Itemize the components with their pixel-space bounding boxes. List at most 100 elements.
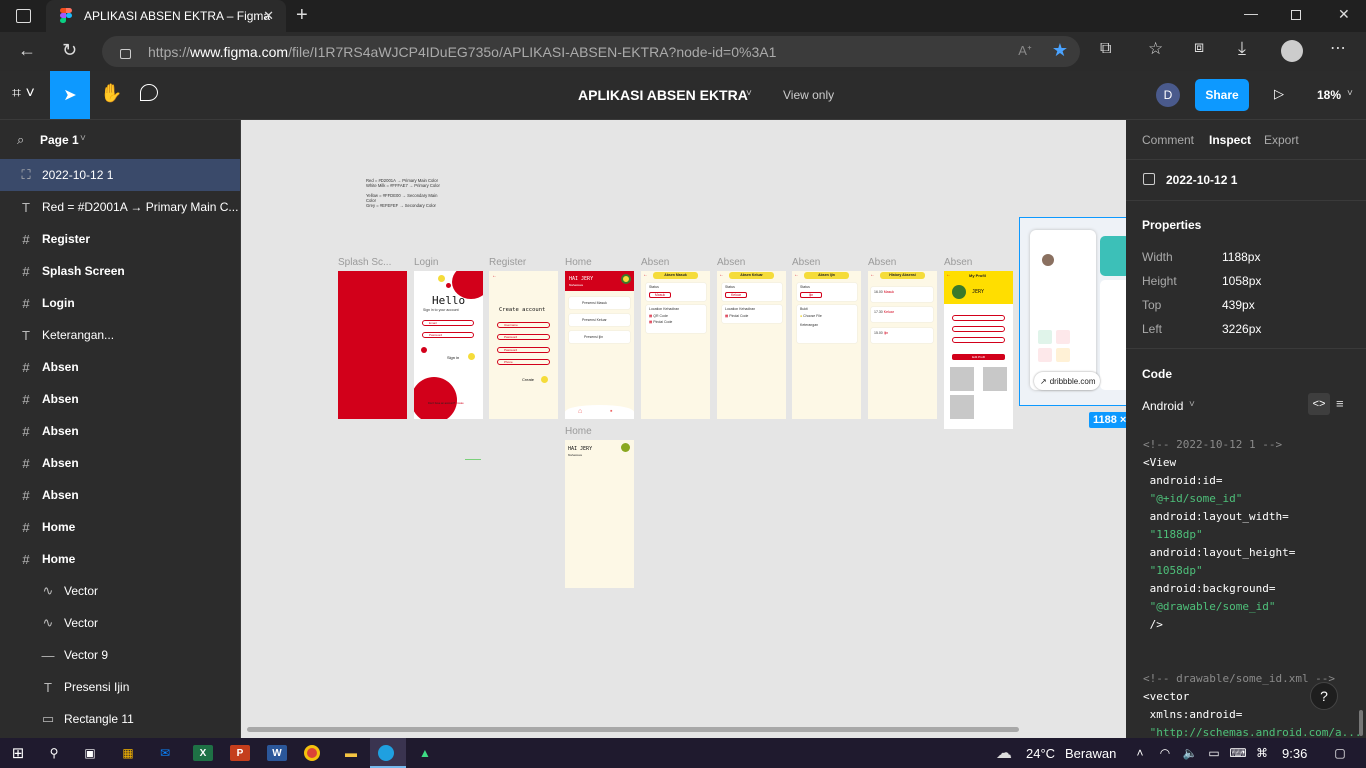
code-view-toggle[interactable]: <> [1308,393,1330,415]
register-field[interactable]: Password [497,334,550,340]
frame-label[interactable]: Absen [717,257,745,268]
register-frame[interactable]: ← Create account Username Password Passw… [489,271,558,419]
network-icon[interactable]: ◠ [1155,745,1175,761]
history-frame[interactable]: ← History Absensi 16.00 Masuk 17.30 Kelu… [868,271,937,419]
zoom-level[interactable]: 18% [1317,88,1341,102]
title-chevron-icon[interactable]: ˅ [746,88,752,99]
present-play-icon[interactable]: ▷ [1274,86,1284,102]
vertical-scrollbar[interactable] [1359,710,1363,736]
mail-icon[interactable]: ✉ [155,745,175,761]
help-button[interactable]: ? [1310,682,1338,710]
layer-item[interactable]: ∿ Vector [0,607,240,639]
battery-icon[interactable]: ▭ [1204,745,1224,761]
login-frame[interactable]: Hello Sign in to your account Email Pass… [414,271,483,419]
store-icon[interactable]: ▦ [118,745,138,761]
register-field[interactable]: Password [497,347,550,353]
search-taskbar-icon[interactable]: ⚲ [44,745,64,761]
weather-temp[interactable]: 24°C [1026,746,1055,761]
footer-link[interactable]: Create [456,402,464,405]
edge-icon[interactable] [378,745,394,761]
new-tab-icon[interactable]: + [296,4,308,27]
layer-item[interactable]: — Vector 9 [0,639,240,671]
frame-label[interactable]: Absen [641,257,669,268]
restore-icon[interactable] [1291,10,1301,20]
menu-presensi-masuk[interactable]: Presensi Masuk [569,297,630,309]
frame-label[interactable]: Absen [868,257,896,268]
search-icon[interactable]: ⌕ [17,132,24,148]
frame-label[interactable]: Absen [944,257,972,268]
back-arrow-icon[interactable]: ← [643,272,648,278]
windows-start-icon[interactable]: ⊞ [8,745,28,762]
profile-field[interactable] [952,337,1005,343]
task-view-icon[interactable]: ▣ [80,745,100,761]
layer-item[interactable]: # Splash Screen [0,255,240,287]
layer-item[interactable]: # Home [0,511,240,543]
layer-item[interactable]: # Absen [0,479,240,511]
language-icon[interactable]: ⌘ [1252,745,1272,761]
prop-value[interactable]: 439px [1222,298,1255,312]
volume-icon[interactable]: 🔈 [1180,745,1200,761]
home-avatar[interactable] [621,443,630,452]
favorite-star-icon[interactable]: ★ [1052,40,1068,61]
profile-nav-icon[interactable]: ▪ [610,408,612,415]
frame-label[interactable]: Login [414,257,438,268]
frame-label[interactable]: Home [565,426,592,437]
tab-inspect[interactable]: Inspect [1209,133,1251,147]
more-options-icon[interactable]: ⋯ [1330,38,1346,58]
hand-tool-icon[interactable]: ✋ [100,83,122,104]
frame-label[interactable]: Absen [792,257,820,268]
excel-icon[interactable]: X [193,745,213,761]
layer-item[interactable]: T Presensi Ijin [0,671,240,703]
android-studio-icon[interactable]: ▲ [415,745,435,761]
profile-field[interactable] [952,326,1005,332]
layer-item[interactable]: # Absen [0,351,240,383]
weather-desc[interactable]: Berawan [1065,746,1116,761]
layer-item[interactable]: # Register [0,223,240,255]
downloads-icon[interactable]: ⤓ [1238,38,1246,59]
user-avatar[interactable]: D [1156,83,1180,107]
comment-tool-icon[interactable] [140,84,158,101]
input-method-icon[interactable]: ⌨ [1228,745,1248,761]
tab-export[interactable]: Export [1264,133,1299,147]
profile-field[interactable] [952,315,1005,321]
file-title[interactable]: APLIKASI ABSEN EKTRA [578,87,748,103]
home-nav-icon[interactable]: ⌂ [578,408,582,415]
horizontal-scrollbar[interactable] [247,727,1019,732]
file-explorer-icon[interactable]: ▬ [341,745,361,761]
read-aloud-icon[interactable]: Aᐩ [1018,43,1032,59]
extensions-icon[interactable]: ⧉ [1100,40,1111,58]
layer-item[interactable]: T Keterangan... [0,319,240,351]
create-label[interactable]: Create [522,377,534,382]
back-arrow-icon[interactable]: ← [719,272,724,278]
password-input[interactable]: Password [422,332,474,338]
zoom-chevron-icon[interactable]: ˅ [1347,88,1353,99]
signin-arrow-button[interactable] [468,353,475,360]
absen-masuk-frame[interactable]: ← Absen Masuk Status Masuk Location Keha… [641,271,710,419]
menu-presensi-keluar[interactable]: Presensi Keluar [569,314,630,326]
frame-label[interactable]: Home [565,257,592,268]
frame-label[interactable]: Splash Sc... [338,257,391,268]
choose-file-option[interactable]: ● Choose File [800,314,854,318]
layer-item[interactable]: # Login [0,287,240,319]
menu-presensi-ijin[interactable]: Presensi Ijin [569,331,630,343]
layer-item[interactable]: ▭ Rectangle 11 [0,703,240,735]
scan-option[interactable]: ▦ Pindai Code [725,314,779,318]
selected-image-frame[interactable]: ↗ dribbble.com [1019,217,1126,406]
clock-time[interactable]: 9:36 [1282,746,1307,761]
back-arrow-icon[interactable]: ← [794,272,799,278]
absen-keluar-frame[interactable]: ← Absen Keluar Status Keluar Location Ke… [717,271,786,419]
powerpoint-icon[interactable]: P [230,745,250,761]
back-arrow-icon[interactable]: ← [946,272,951,278]
profile-frame[interactable]: ← My Profil JERY Edit Profil [944,271,1013,429]
create-arrow-button[interactable] [541,376,548,383]
share-button[interactable]: Share [1195,79,1249,111]
home-frame[interactable]: HAI JERY Mahasiswa Presensi Masuk Presen… [565,271,634,419]
close-window-icon[interactable]: ✕ [1338,6,1350,23]
chrome-icon[interactable] [304,745,320,761]
favorites-icon[interactable]: ☆ [1148,39,1163,59]
layer-item[interactable]: # Home [0,543,240,575]
signin-label[interactable]: Sign in [447,355,459,360]
qr-option[interactable]: ▦ QR Code [649,314,703,318]
back-arrow-icon[interactable]: ← [870,272,875,278]
frame-label[interactable]: Register [489,257,526,268]
